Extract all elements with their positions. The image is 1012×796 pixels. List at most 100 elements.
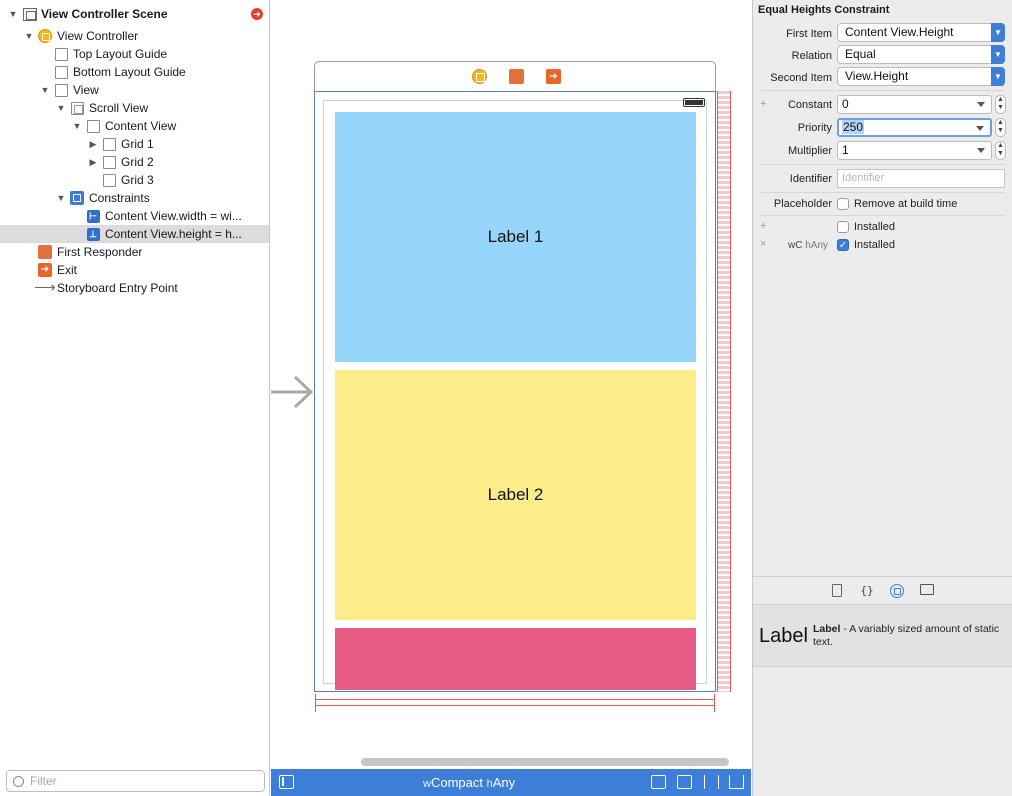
outline-label: Content View.height = h...: [105, 227, 242, 241]
installed-variant-checkbox[interactable]: ✓: [837, 239, 849, 251]
view-icon: [102, 173, 116, 187]
scene-icon: [23, 7, 37, 21]
priority-combo[interactable]: 250: [837, 118, 992, 137]
grid-3[interactable]: [335, 628, 696, 690]
outline-row-scene[interactable]: ▼ View Controller Scene: [0, 5, 269, 23]
disclosure-triangle-icon[interactable]: ▼: [8, 9, 18, 19]
separator: [761, 164, 1005, 165]
remove-at-build-time-label: Remove at build time: [854, 198, 958, 210]
width-constraint-indicator[interactable]: [315, 694, 715, 712]
grid-1[interactable]: Label 1: [335, 112, 696, 362]
identifier-field[interactable]: [837, 169, 1005, 188]
first-responder-icon[interactable]: [509, 69, 524, 84]
document-outline: ▼ View Controller Scene ➔ ▼ View Control…: [0, 0, 270, 796]
disclosure-triangle-icon[interactable]: ▼: [56, 193, 66, 203]
outline-label: Grid 2: [121, 155, 154, 169]
label-1[interactable]: Label 1: [488, 227, 544, 247]
chevron-down-icon: ▼: [991, 45, 1005, 64]
scene-dock: ➔: [314, 61, 716, 91]
outline-row-content-view[interactable]: ▼ Content View: [0, 117, 269, 135]
outline-row-width-constraint[interactable]: ⊢ Content View.width = wi...: [0, 207, 269, 225]
scroll-view-icon: [70, 101, 84, 115]
constraint-icon: ⊥: [86, 227, 100, 241]
view-icon: [86, 119, 100, 133]
outline-row-exit[interactable]: ➔ Exit: [0, 261, 269, 279]
outline-row-first-responder[interactable]: First Responder: [0, 243, 269, 261]
first-item-popup[interactable]: Content View.Height ▼: [837, 23, 1005, 42]
file-template-library-icon[interactable]: [832, 584, 842, 597]
priority-stepper[interactable]: ▲ ▼: [995, 118, 1006, 137]
constraint-icon: ⊢: [86, 209, 100, 223]
outline-filter-field[interactable]: [6, 770, 265, 792]
separator: [761, 215, 1005, 216]
multiplier-label: Multiplier: [787, 145, 832, 157]
disclosure-triangle-icon[interactable]: ▼: [24, 31, 34, 41]
filter-input[interactable]: [30, 774, 250, 788]
horizontal-scrollbar[interactable]: [361, 758, 729, 766]
library-item-label[interactable]: Label Label - A variably sized amount of…: [753, 605, 1012, 667]
outline-row-bottom-layout-guide[interactable]: Bottom Layout Guide: [0, 63, 269, 81]
exit-icon[interactable]: ➔: [546, 69, 561, 84]
outline-label: Bottom Layout Guide: [73, 65, 186, 79]
variant-width: wC: [788, 240, 803, 251]
filter-icon: [13, 775, 24, 787]
toggle-outline-icon[interactable]: [279, 775, 294, 789]
scene-warning-icon[interactable]: ➔: [251, 8, 263, 20]
outline-label: Exit: [57, 263, 78, 277]
height-prefix: h: [486, 778, 493, 790]
library-item-description: Label - A variably sized amount of stati…: [813, 623, 1005, 649]
layout-guide-icon: [54, 47, 68, 61]
installed-checkbox[interactable]: [837, 221, 849, 233]
relation-popup[interactable]: Equal ▼: [837, 45, 1005, 64]
view-controller-view[interactable]: Label 1 Label 2: [314, 91, 716, 692]
multiplier-stepper[interactable]: ▲ ▼: [995, 141, 1006, 160]
storyboard-entry-arrow-icon[interactable]: [271, 374, 315, 410]
outline-row-height-constraint[interactable]: ⊥ Content View.height = h...: [0, 225, 269, 243]
outline-row-grid-2[interactable]: ▶ Grid 2: [0, 153, 269, 171]
outline-row-view[interactable]: ▼ View: [0, 81, 269, 99]
grid-2[interactable]: Label 2: [335, 370, 696, 620]
storyboard-canvas[interactable]: ➔ Label 1 Label 2 wCompact hAny: [271, 0, 751, 796]
constant-combo[interactable]: 0: [837, 95, 992, 114]
inspector-title: Equal Heights Constraint: [758, 4, 890, 16]
resolve-issues-icon[interactable]: [729, 775, 744, 789]
disclosure-triangle-icon[interactable]: ▶: [88, 139, 98, 149]
outline-row-grid-1[interactable]: ▶ Grid 1: [0, 135, 269, 153]
disclosure-triangle-icon[interactable]: ▼: [56, 103, 66, 113]
outline-row-top-layout-guide[interactable]: Top Layout Guide: [0, 45, 269, 63]
second-item-popup[interactable]: View.Height ▼: [837, 67, 1005, 86]
pin-icon[interactable]: [704, 775, 719, 789]
object-library-icon[interactable]: [890, 584, 904, 598]
constant-value: 0: [842, 97, 849, 111]
library-tab-bar: {}: [753, 576, 1012, 605]
constant-label: Constant: [787, 99, 832, 111]
remove-variation-icon[interactable]: ×: [760, 238, 766, 250]
chevron-down-icon: ▼: [991, 67, 1005, 86]
outline-row-scroll-view[interactable]: ▼ Scroll View: [0, 99, 269, 117]
label-2[interactable]: Label 2: [488, 485, 544, 505]
exit-icon: ➔: [38, 263, 52, 277]
constant-stepper[interactable]: ▲ ▼: [995, 95, 1006, 114]
disclosure-triangle-icon[interactable]: ▶: [88, 157, 98, 167]
code-snippet-library-icon[interactable]: {}: [860, 584, 874, 598]
disclosure-triangle-icon[interactable]: ▼: [72, 121, 82, 131]
outline-row-constraints[interactable]: ▼ Constraints: [0, 189, 269, 207]
width-prefix: w: [423, 778, 431, 790]
outline-row-grid-3[interactable]: Grid 3: [0, 171, 269, 189]
priority-value: 250: [842, 120, 865, 134]
align-icon[interactable]: [677, 775, 692, 789]
outline-row-view-controller[interactable]: ▼ View Controller: [0, 27, 269, 45]
remove-at-build-time-checkbox[interactable]: [837, 198, 849, 210]
media-library-icon[interactable]: [920, 584, 934, 595]
outline-row-entry-point[interactable]: ⟶ Storyboard Entry Point: [0, 279, 269, 297]
add-variation-plus-icon[interactable]: +: [760, 98, 766, 110]
view-controller-icon[interactable]: [472, 69, 487, 84]
height-constraint-indicator[interactable]: [717, 91, 731, 692]
disclosure-triangle-icon[interactable]: ▼: [40, 85, 50, 95]
multiplier-combo[interactable]: 1: [837, 141, 992, 160]
stack-icon[interactable]: [651, 775, 666, 789]
size-class-button[interactable]: wCompact hAny: [423, 775, 515, 790]
priority-label: Priority: [797, 122, 832, 134]
add-variation-plus-icon[interactable]: +: [760, 220, 766, 232]
identifier-input[interactable]: [842, 172, 1004, 184]
